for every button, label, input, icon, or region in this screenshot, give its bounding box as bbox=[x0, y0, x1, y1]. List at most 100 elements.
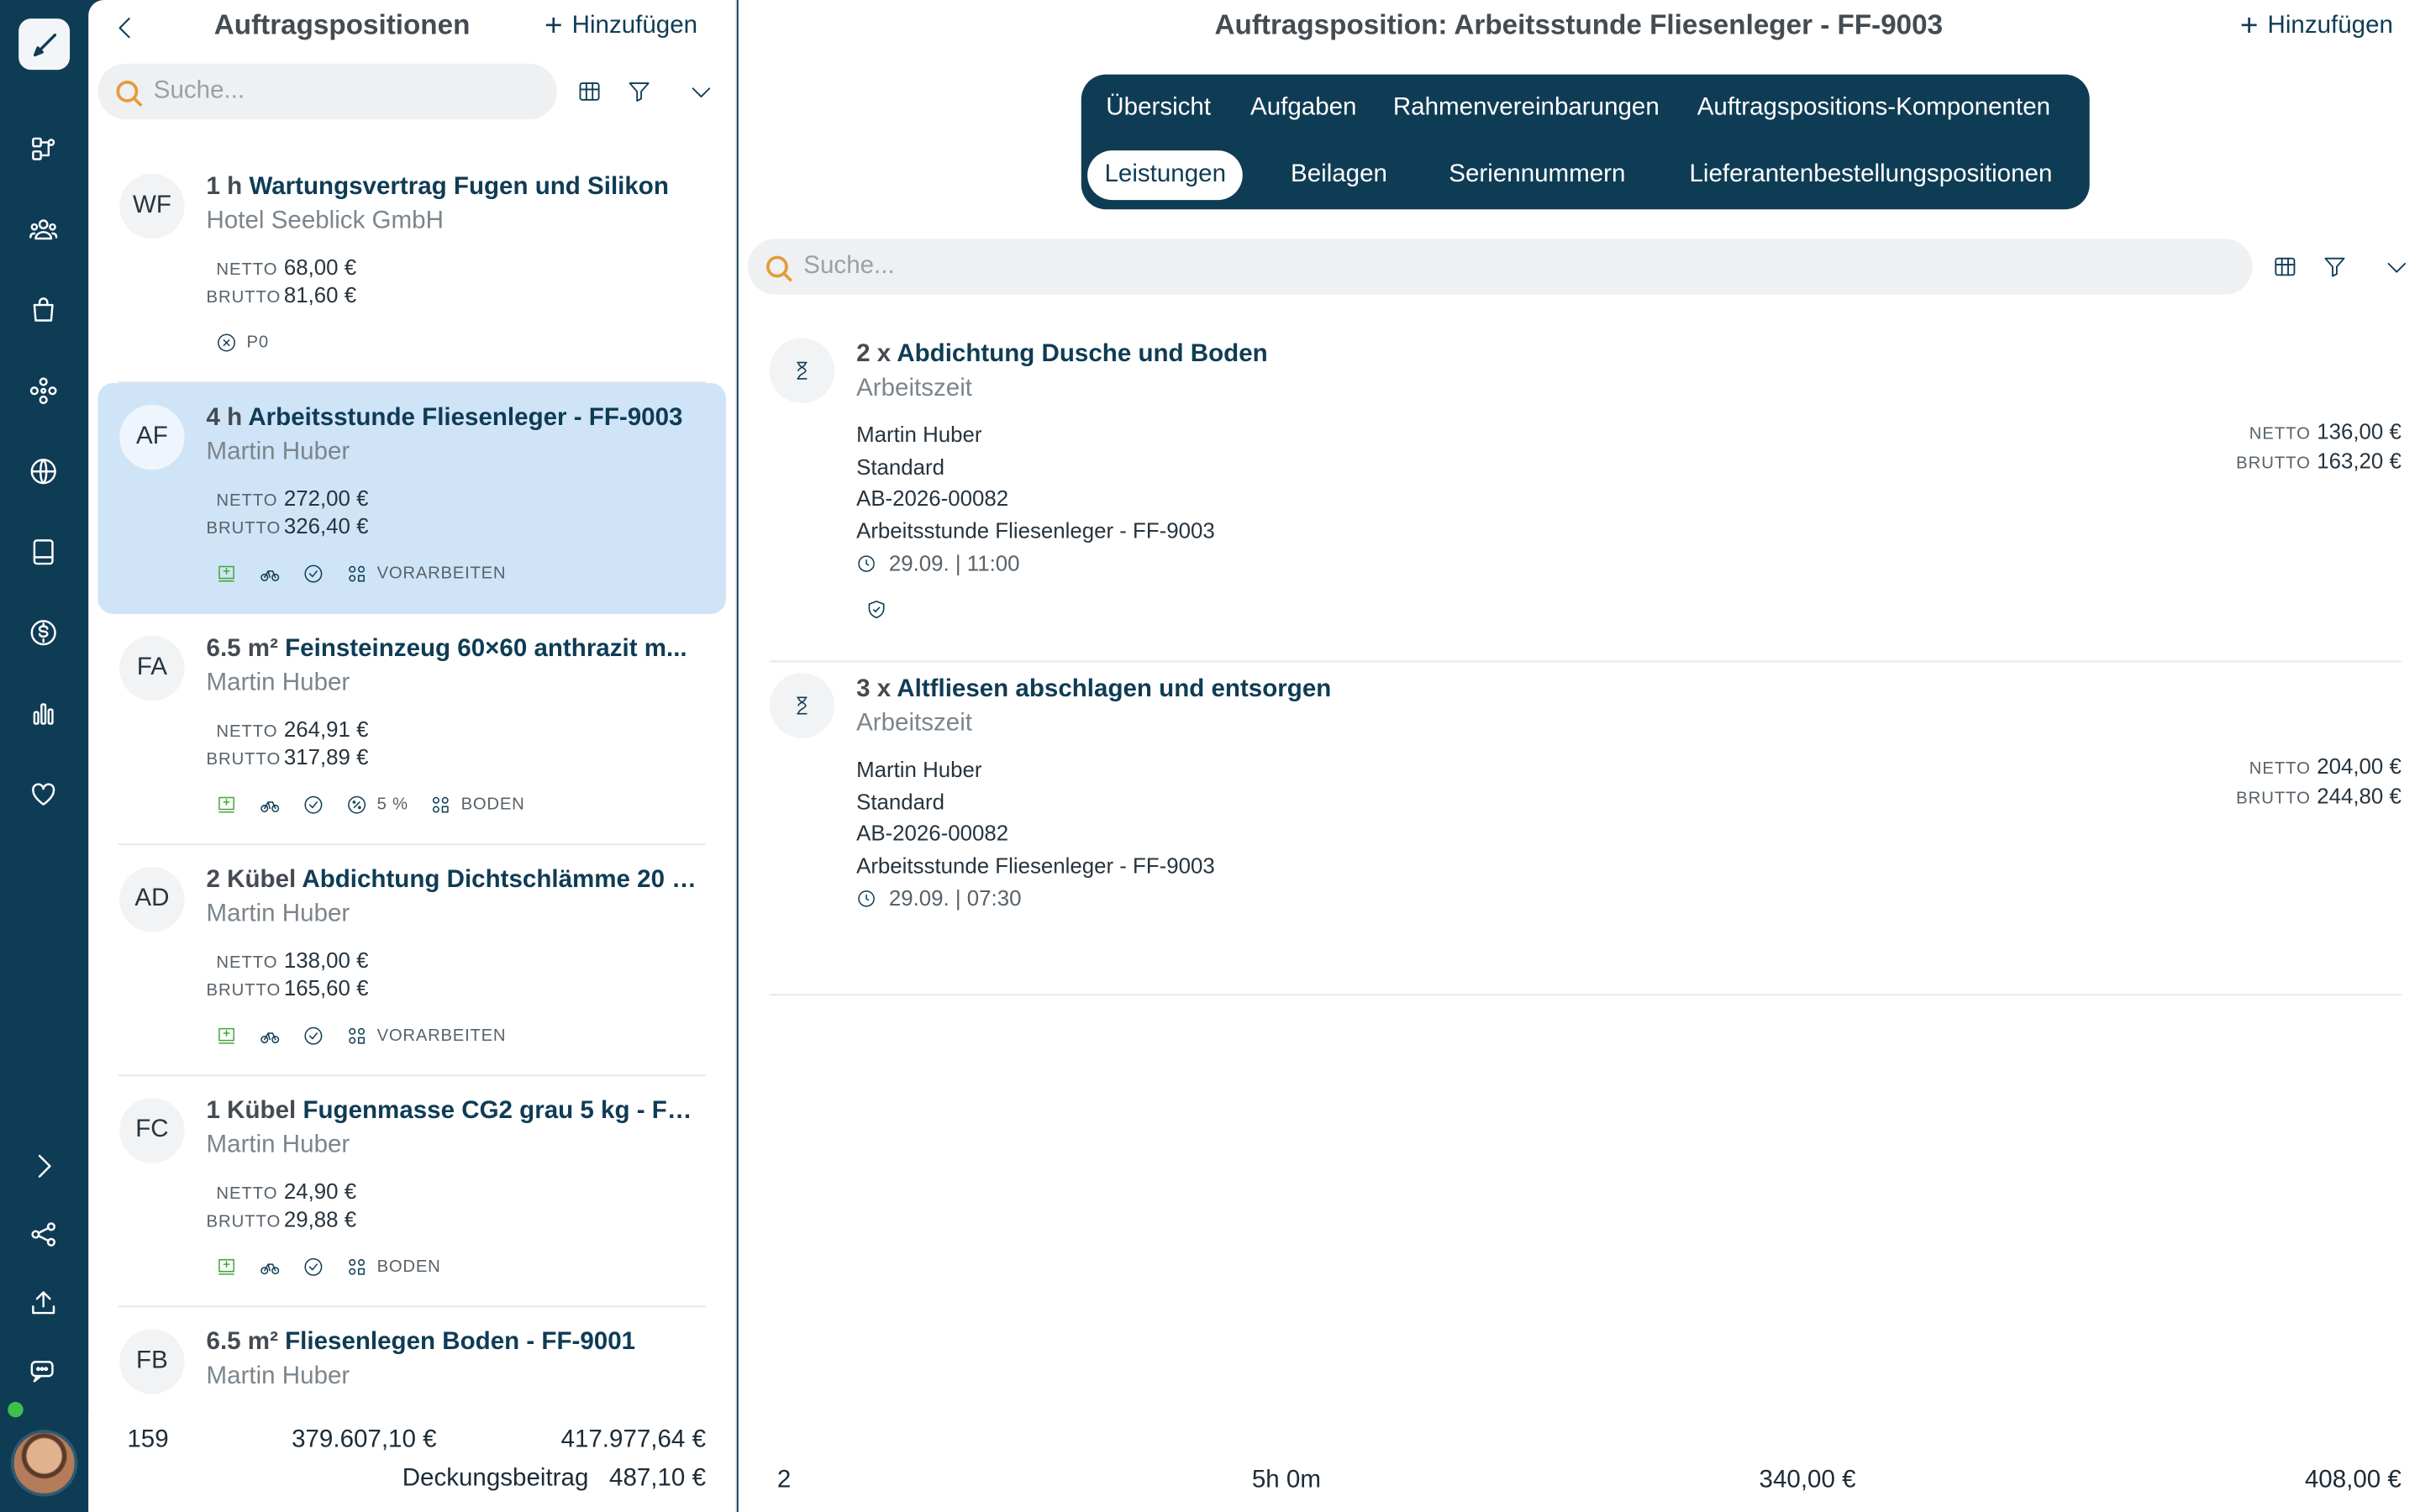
service-row[interactable]: 3 x Altfliesen abschlagen und entsorgen … bbox=[769, 654, 2402, 999]
item-title: 1 h Wartungsvertrag Fugen und Silikon bbox=[206, 173, 669, 201]
page-title: Auftragsposition: Arbeitsstunde Fliesenl… bbox=[1214, 9, 1944, 40]
positions-count: 159 bbox=[127, 1426, 169, 1453]
heart-icon[interactable] bbox=[25, 775, 62, 812]
service-type: Arbeitszeit bbox=[856, 710, 972, 737]
item-prices: NETTO 138,00 € BRUTTO 165,60 € bbox=[206, 947, 369, 1000]
globe-icon[interactable] bbox=[25, 453, 62, 490]
chat-icon[interactable] bbox=[25, 1352, 62, 1389]
share-icon[interactable] bbox=[25, 1215, 62, 1252]
avatar[interactable] bbox=[10, 1430, 78, 1497]
item-prices: NETTO 68,00 € BRUTTO 81,60 € bbox=[206, 254, 357, 307]
add-service-button[interactable]: + Hinzufügen bbox=[2240, 11, 2393, 42]
list-item[interactable]: AD 2 Kübel Abdichtung Dichtschlämme 20 k… bbox=[97, 845, 726, 1077]
item-prices: NETTO 264,91 € BRUTTO 317,89 € bbox=[206, 716, 369, 769]
item-tag: BODEN bbox=[460, 795, 525, 815]
netto-total: 379.607,10 € bbox=[292, 1426, 437, 1453]
service-title: 3 x Altfliesen abschlagen und entsorgen bbox=[856, 675, 1332, 703]
positions-summary: 159 379.607,10 € 417.977,64 € Deckungsbe… bbox=[88, 1410, 736, 1512]
services-count: 2 bbox=[776, 1467, 792, 1494]
bag-icon[interactable] bbox=[25, 291, 62, 328]
check-circle-icon bbox=[304, 795, 323, 814]
nav-rail bbox=[0, 0, 89, 1512]
tab-leistungen[interactable]: Leistungen bbox=[1087, 150, 1244, 201]
item-title: 2 Kübel Abdichtung Dichtschlämme 20 k... bbox=[206, 866, 706, 894]
margin-label: Deckungsbeitrag bbox=[402, 1465, 589, 1492]
tab-rahmenvereinbarungen[interactable]: Rahmenvereinbarungen bbox=[1376, 84, 1677, 134]
add-position-button[interactable]: + Hinzufügen bbox=[544, 9, 697, 44]
filter-icon[interactable] bbox=[623, 76, 655, 107]
brutto-total: 408,00 € bbox=[2304, 1467, 2402, 1494]
initials-badge: AD bbox=[119, 866, 185, 932]
search-input[interactable] bbox=[153, 77, 507, 106]
dollar-icon[interactable] bbox=[25, 614, 62, 651]
item-tag: VORARBEITEN bbox=[376, 564, 507, 584]
margin-value: 487,10 € bbox=[609, 1465, 706, 1492]
item-icons: BODEN bbox=[216, 1256, 441, 1278]
bike-icon bbox=[260, 801, 280, 812]
chevron-right-icon[interactable] bbox=[25, 1147, 62, 1184]
invoice-icon bbox=[218, 1027, 234, 1044]
category-icon bbox=[433, 796, 449, 813]
invoice-icon bbox=[218, 1258, 234, 1275]
positions-search[interactable] bbox=[97, 63, 557, 120]
positions-panel: Auftragspositionen +Hinzufügen WF 1 h Wa… bbox=[88, 0, 737, 1512]
invoice-icon bbox=[218, 565, 234, 582]
filter-icon[interactable] bbox=[2319, 251, 2350, 282]
search-input[interactable] bbox=[803, 252, 1993, 281]
tab-aufgaben[interactable]: Aufgaben bbox=[1234, 84, 1374, 134]
item-icons: P0 bbox=[216, 332, 269, 354]
service-prices: NETTO 204,00 € BRUTTO 244,80 € bbox=[2236, 753, 2402, 807]
hourglass-icon bbox=[769, 338, 835, 403]
item-title: 4 h Arbeitsstunde Fliesenleger - FF-9003 bbox=[206, 404, 683, 432]
service-row[interactable]: 2 x Abdichtung Dusche und Boden Arbeitsz… bbox=[769, 319, 2402, 664]
discount-value: 5 % bbox=[376, 795, 408, 815]
list-item[interactable]: WF 1 h Wartungsvertrag Fugen und Silikon… bbox=[97, 152, 726, 383]
item-prices: NETTO 272,00 € BRUTTO 326,40 € bbox=[206, 485, 369, 538]
tab-uebersicht[interactable]: Übersicht bbox=[1089, 84, 1228, 134]
item-subtitle: Martin Huber bbox=[206, 1131, 350, 1159]
panel-title: Auftragspositionen bbox=[213, 9, 471, 40]
check-circle-icon bbox=[304, 1026, 323, 1045]
initials-badge: FB bbox=[119, 1329, 185, 1394]
tab-seriennummern[interactable]: Seriennummern bbox=[1432, 150, 1643, 200]
initials-badge: FC bbox=[119, 1098, 185, 1163]
modules-icon[interactable] bbox=[25, 372, 62, 409]
item-tag: BODEN bbox=[376, 1257, 441, 1277]
invoice-icon bbox=[218, 796, 234, 813]
plus-icon: + bbox=[544, 9, 563, 44]
back-chevron-icon[interactable] bbox=[110, 13, 141, 44]
list-item[interactable]: FA 6.5 m² Feinsteinzeug 60×60 anthrazit … bbox=[97, 614, 726, 846]
list-item-selected[interactable]: AF 4 h Arbeitsstunde Fliesenleger - FF-9… bbox=[97, 382, 726, 615]
item-title: 6.5 m² Feinsteinzeug 60×60 anthrazit m..… bbox=[206, 635, 687, 663]
search-icon bbox=[116, 80, 139, 102]
hourglass-icon bbox=[769, 673, 835, 738]
item-subtitle: Hotel Seeblick GmbH bbox=[206, 207, 444, 234]
services-search[interactable] bbox=[747, 239, 2253, 295]
duration-total: 5h 0m bbox=[1251, 1467, 1321, 1494]
contacts-icon[interactable] bbox=[25, 211, 62, 248]
item-prices: NETTO 24,90 € BRUTTO 29,88 € bbox=[206, 1179, 357, 1231]
workflow-icon[interactable] bbox=[25, 130, 62, 167]
list-item[interactable]: FC 1 Kübel Fugenmasse CG2 grau 5 kg - FF… bbox=[97, 1076, 726, 1308]
tab-lieferantenbestellungspositionen[interactable]: Lieferantenbestellungspositionen bbox=[1672, 150, 2070, 200]
clock-icon bbox=[858, 554, 875, 572]
bike-icon bbox=[260, 1263, 280, 1275]
chart-icon[interactable] bbox=[25, 695, 62, 732]
upload-icon[interactable] bbox=[25, 1284, 62, 1321]
chevron-down-icon[interactable] bbox=[686, 76, 717, 107]
item-icons: VORARBEITEN bbox=[216, 1025, 507, 1047]
item-subtitle: Martin Huber bbox=[206, 1362, 350, 1390]
initials-badge: WF bbox=[119, 173, 185, 239]
service-details: Martin Huber Standard AB-2026-00082 Arbe… bbox=[856, 422, 1215, 575]
tab-auftragspositions-komponenten[interactable]: Auftragspositions-Komponenten bbox=[1680, 84, 2067, 134]
search-icon bbox=[765, 255, 788, 278]
chevron-down-icon[interactable] bbox=[2381, 251, 2412, 282]
table-view-icon[interactable] bbox=[2270, 251, 2301, 282]
detail-panel: Auftragsposition: Arbeitsstunde Fliesenl… bbox=[738, 0, 2420, 1512]
tab-beilagen[interactable]: Beilagen bbox=[1274, 150, 1405, 200]
table-view-icon[interactable] bbox=[574, 76, 605, 107]
check-circle-icon bbox=[304, 564, 323, 583]
book-icon[interactable] bbox=[25, 533, 62, 570]
clock-icon bbox=[858, 890, 875, 906]
pen-icon[interactable] bbox=[18, 18, 71, 71]
